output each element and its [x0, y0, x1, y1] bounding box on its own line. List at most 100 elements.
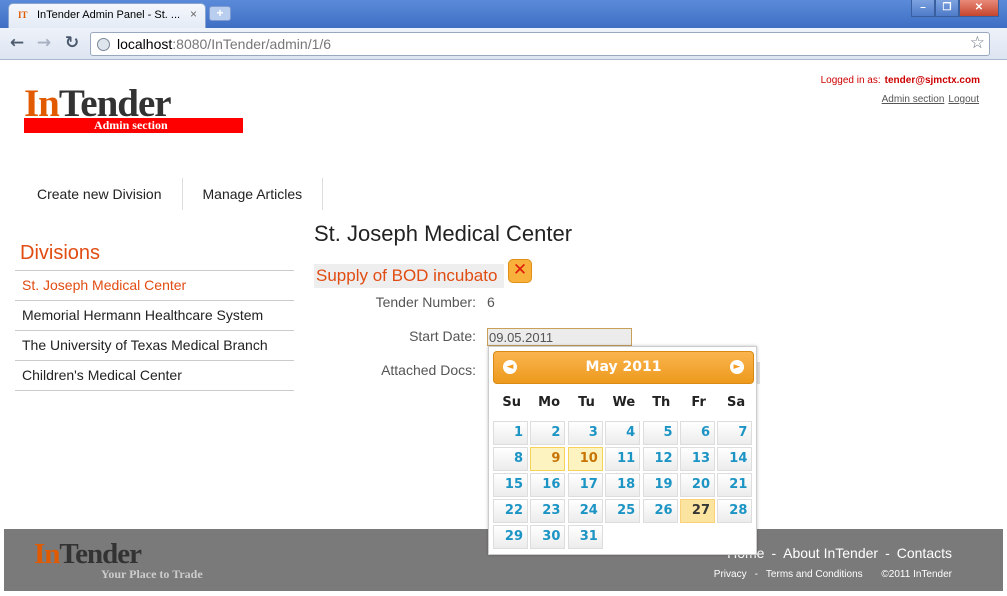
datepicker-day[interactable]: 17	[567, 473, 603, 497]
admin-section-link[interactable]: Admin section	[882, 94, 945, 105]
forward-icon[interactable]: →	[33, 33, 55, 55]
datepicker-day[interactable]: 21	[717, 473, 753, 497]
datepicker-weekdays: Su Mo Tu We Th Fr Sa	[493, 395, 755, 410]
admin-links: Admin section Logout	[878, 94, 979, 105]
window-controls: – ❐ ✕	[911, 0, 999, 18]
footer-link-about[interactable]: About InTender	[783, 545, 878, 561]
logout-link[interactable]: Logout	[948, 94, 979, 105]
datepicker-day[interactable]: 31	[567, 525, 603, 549]
datepicker-header: ◄ May 2011 ►	[493, 351, 754, 384]
footer-logo-in: In	[34, 538, 60, 570]
footer-link-privacy[interactable]: Privacy	[714, 569, 747, 580]
next-month-icon[interactable]: ►	[730, 360, 744, 374]
datepicker-day[interactable]: 6	[680, 421, 715, 445]
datepicker-day[interactable]: 8	[493, 447, 528, 471]
site-logo[interactable]: InTender Admin section	[24, 84, 243, 133]
datepicker-month-title: May 2011	[585, 359, 662, 375]
back-icon[interactable]: ←	[6, 33, 28, 55]
star-icon[interactable]: ☆	[970, 33, 985, 53]
datepicker-day[interactable]: 22	[493, 499, 528, 523]
datepicker-day[interactable]: 30	[530, 525, 566, 549]
attached-docs-field-edge	[757, 362, 760, 384]
globe-icon	[97, 38, 110, 51]
datepicker-popup: ◄ May 2011 ► Su Mo Tu We Th Fr Sa 123456…	[488, 346, 757, 555]
sidebar-item-utmb[interactable]: The University of Texas Medical Branch	[15, 331, 294, 361]
footer-slogan: Your Place to Trade	[101, 567, 203, 581]
start-date-label: Start Date:	[409, 328, 476, 344]
logged-in-user: tender@sjmctx.com	[884, 75, 980, 86]
maximize-button[interactable]: ❐	[935, 0, 959, 17]
minimize-button[interactable]: –	[911, 0, 935, 17]
datepicker-day[interactable]: 4	[605, 421, 641, 445]
browser-titlebar: IT InTender Admin Panel - St. ... × + – …	[0, 0, 1007, 28]
datepicker-day[interactable]: 3	[567, 421, 603, 445]
url-host: localhost	[117, 36, 173, 52]
datepicker-day[interactable]: 19	[642, 473, 678, 497]
datepicker-day[interactable]: 15	[493, 473, 528, 497]
datepicker-day[interactable]: 11	[605, 447, 641, 471]
logo-subtitle: Admin section	[93, 118, 168, 132]
manage-articles-link[interactable]: Manage Articles	[183, 178, 324, 210]
datepicker-day[interactable]: 26	[642, 499, 678, 523]
divisions-sidebar: Divisions St. Joseph Medical Center Memo…	[15, 238, 294, 391]
datepicker-day[interactable]: 14	[717, 447, 753, 471]
weekday-mo: Mo	[538, 395, 561, 410]
datepicker-day[interactable]: 20	[680, 473, 715, 497]
create-division-link[interactable]: Create new Division	[17, 178, 183, 210]
datepicker-day[interactable]: 27	[680, 499, 715, 523]
footer-link-terms[interactable]: Terms and Conditions	[766, 569, 863, 580]
browser-toolbar: ← → ↻ localhost:8080/InTender/admin/1/6 …	[0, 28, 1007, 60]
url-path: :8080/InTender/admin/1/6	[172, 36, 332, 52]
datepicker-day[interactable]: 16	[530, 473, 566, 497]
logged-in-label: Logged in as:	[820, 75, 881, 86]
datepicker-day[interactable]: 29	[493, 525, 528, 549]
favicon-icon: IT	[18, 10, 28, 20]
tab-close-icon[interactable]: ×	[190, 7, 197, 21]
start-date-input[interactable]	[487, 328, 632, 346]
datepicker-day[interactable]: 10	[567, 447, 603, 471]
division-title: St. Joseph Medical Center	[314, 221, 573, 246]
footer-small-links: Privacy - Terms and Conditions ©2011 InTen…	[713, 569, 952, 580]
datepicker-day[interactable]: 12	[642, 447, 678, 471]
weekday-we: We	[612, 395, 636, 410]
admin-nav: Create new Division Manage Articles	[17, 178, 324, 210]
footer-logo-tender: Tender	[59, 538, 142, 570]
datepicker-day[interactable]: 28	[717, 499, 753, 523]
sidebar-item-memorial-hermann[interactable]: Memorial Hermann Healthcare System	[15, 301, 294, 331]
tender-title[interactable]: Supply of BOD incubato	[314, 264, 504, 288]
datepicker-day[interactable]: 25	[605, 499, 641, 523]
footer-logo[interactable]: InTender	[34, 538, 142, 570]
datepicker-day[interactable]: 7	[717, 421, 753, 445]
address-bar[interactable]: localhost:8080/InTender/admin/1/6 ☆	[90, 32, 990, 56]
datepicker-day[interactable]: 2	[530, 421, 566, 445]
footer-links: Home-About InTender-Contacts	[727, 545, 952, 561]
reload-icon[interactable]: ↻	[61, 33, 83, 55]
login-status: Logged in as: tender@sjmctx.com	[821, 75, 980, 86]
datepicker-day[interactable]: 13	[680, 447, 715, 471]
tender-number-label: Tender Number:	[375, 294, 476, 310]
weekday-tu: Tu	[578, 395, 595, 410]
datepicker-day[interactable]: 9	[530, 447, 566, 471]
datepicker-day[interactable]: 23	[530, 499, 566, 523]
sidebar-title: Divisions	[15, 238, 294, 271]
weekday-sa: Sa	[726, 395, 746, 410]
datepicker-day[interactable]: 5	[642, 421, 678, 445]
datepicker-day[interactable]: 1	[493, 421, 528, 445]
footer-link-contacts[interactable]: Contacts	[897, 545, 952, 561]
tab-title: InTender Admin Panel - St. ...	[37, 9, 181, 21]
new-tab-button[interactable]: +	[209, 6, 231, 21]
datepicker-day[interactable]: 18	[605, 473, 641, 497]
browser-tab[interactable]: IT InTender Admin Panel - St. ... ×	[8, 3, 206, 28]
url-text: localhost:8080/InTender/admin/1/6	[117, 36, 331, 52]
weekday-fr: Fr	[691, 395, 706, 410]
sidebar-item-childrens[interactable]: Children's Medical Center	[15, 361, 294, 391]
sidebar-item-st-joseph[interactable]: St. Joseph Medical Center	[15, 271, 294, 301]
close-icon: ✕	[512, 260, 528, 280]
attached-docs-label: Attached Docs:	[381, 362, 476, 378]
datepicker-day[interactable]: 24	[567, 499, 603, 523]
footer-copyright: ©2011 InTender	[881, 569, 952, 580]
close-window-button[interactable]: ✕	[959, 0, 999, 17]
tender-number-value: 6	[487, 294, 495, 310]
weekday-th: Th	[652, 395, 671, 410]
delete-tender-button[interactable]: ✕	[508, 259, 532, 283]
